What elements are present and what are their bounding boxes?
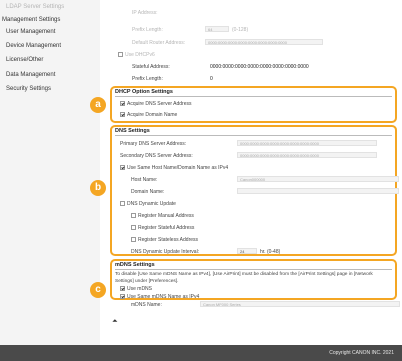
- footer: Copyright CANON INC. 2021: [0, 345, 402, 361]
- dns-settings-title: DNS Settings: [115, 128, 150, 134]
- copyright-text: Copyright CANON INC. 2021: [329, 350, 394, 356]
- sidebar-item-ldap-server-settings[interactable]: LDAP Server Settings: [6, 4, 64, 10]
- sidebar-item-data-management[interactable]: Data Management: [6, 72, 55, 78]
- dns-settings-divider: [115, 135, 392, 136]
- register-stateless-label: Register Stateless Address: [138, 237, 199, 243]
- prefix-length-input[interactable]: 64: [205, 26, 229, 32]
- dns-dynamic-update-checkbox[interactable]: [120, 201, 125, 206]
- secondary-dns-label: Secondary DNS Server Address:: [120, 153, 193, 159]
- register-manual-row[interactable]: Register Manual Address: [131, 213, 194, 219]
- host-name-input[interactable]: Canon000000: [237, 176, 399, 182]
- dhcp-option-divider: [115, 96, 392, 97]
- acquire-dns-checkbox[interactable]: [120, 101, 125, 106]
- sidebar-heading-management-settings: Management Settings: [2, 17, 61, 23]
- acquire-domain-checkbox[interactable]: [120, 112, 125, 117]
- dns-dynamic-update-row[interactable]: DNS Dynamic Update: [120, 201, 176, 207]
- sidebar: LDAP Server Settings Management Settings…: [0, 0, 100, 345]
- use-mdns-row[interactable]: Use mDNS: [120, 286, 152, 292]
- prefix-length-label: Prefix Length:: [132, 27, 163, 33]
- domain-name-label: Domain Name:: [131, 189, 165, 195]
- acquire-dns-row[interactable]: Acquire DNS Server Address: [120, 101, 191, 107]
- primary-dns-input[interactable]: 0000:0000:0000:0000:0000:0000:0000:0000: [237, 140, 377, 146]
- stateful-address-value: 0000:0000:0000:0000:0000:0000:0000:0000: [210, 64, 309, 70]
- acquire-domain-row[interactable]: Acquire Domain Name: [120, 112, 177, 118]
- prefix-length-range: (0-128): [232, 27, 249, 33]
- register-stateful-row[interactable]: Register Stateful Address: [131, 225, 194, 231]
- prefix-length2-label: Prefix Length:: [132, 76, 163, 82]
- sidebar-item-security-settings[interactable]: Security Settings: [6, 86, 51, 92]
- use-mdns-checkbox[interactable]: [120, 286, 125, 291]
- dns-interval-label: DNS Dynamic Update Interval:: [131, 249, 200, 255]
- callout-badge-b: b: [90, 180, 106, 196]
- sidebar-item-license-other[interactable]: License/Other: [6, 57, 43, 63]
- use-same-host-label: Use Same Host Name/Domain Name as IPv4: [127, 165, 229, 171]
- primary-dns-label: Primary DNS Server Address:: [120, 141, 187, 147]
- register-manual-checkbox[interactable]: [131, 213, 136, 218]
- register-stateful-checkbox[interactable]: [131, 225, 136, 230]
- use-same-mdns-label: Use Same mDNS Name as IPv4: [127, 294, 200, 300]
- dns-interval-unit: hr. (0-48): [260, 249, 281, 255]
- use-dhcpv6-row[interactable]: Use DHCPv6: [118, 52, 155, 58]
- mdns-settings-divider: [115, 269, 392, 270]
- sidebar-item-user-management[interactable]: User Management: [6, 29, 55, 35]
- use-same-mdns-row[interactable]: Use Same mDNS Name as IPv4: [120, 294, 199, 300]
- acquire-domain-label: Acquire Domain Name: [127, 112, 178, 118]
- register-stateless-row[interactable]: Register Stateless Address: [131, 237, 198, 243]
- callout-badge-c: c: [90, 282, 106, 298]
- register-stateless-checkbox[interactable]: [131, 237, 136, 242]
- callout-badge-a: a: [90, 97, 106, 113]
- use-dhcpv6-checkbox[interactable]: [118, 52, 123, 57]
- ip-address-label: IP Address:: [132, 10, 158, 16]
- dns-interval-input[interactable]: 24: [237, 248, 257, 254]
- secondary-dns-input[interactable]: 0000:0000:0000:0000:0000:0000:0000:0000: [237, 152, 377, 158]
- dhcp-option-title: DHCP Option Settings: [115, 89, 173, 95]
- scroll-to-top-icon[interactable]: ⏶: [112, 318, 118, 326]
- sidebar-item-device-management[interactable]: Device Management: [6, 43, 61, 49]
- register-manual-label: Register Manual Address: [138, 213, 194, 219]
- mdns-settings-title: mDNS Settings: [115, 262, 155, 268]
- mdns-name-label: mDNS Name:: [131, 302, 162, 308]
- default-router-label: Default Router Address:: [132, 40, 186, 46]
- acquire-dns-label: Acquire DNS Server Address: [127, 101, 192, 107]
- default-router-input[interactable]: 0000:0000:0000:0000:0000:0000:0000:0000: [205, 39, 323, 45]
- use-same-mdns-checkbox[interactable]: [120, 294, 125, 299]
- use-same-host-row[interactable]: Use Same Host Name/Domain Name as IPv4: [120, 165, 228, 171]
- register-stateful-label: Register Stateful Address: [138, 225, 195, 231]
- stateful-address-label: Stateful Address:: [132, 64, 170, 70]
- dns-dynamic-update-label: DNS Dynamic Update: [127, 201, 176, 207]
- host-name-label: Host Name:: [131, 177, 158, 183]
- use-same-host-checkbox[interactable]: [120, 165, 125, 170]
- prefix-length2-value: 0: [210, 76, 213, 82]
- domain-name-input[interactable]: [237, 188, 399, 194]
- mdns-note: To disable [Use Same mDNS Name as IPv4],…: [115, 272, 373, 284]
- use-mdns-label: Use mDNS: [127, 286, 153, 292]
- use-dhcpv6-label: Use DHCPv6: [125, 52, 155, 58]
- mdns-name-input[interactable]: Canon MF000 Series: [200, 301, 400, 307]
